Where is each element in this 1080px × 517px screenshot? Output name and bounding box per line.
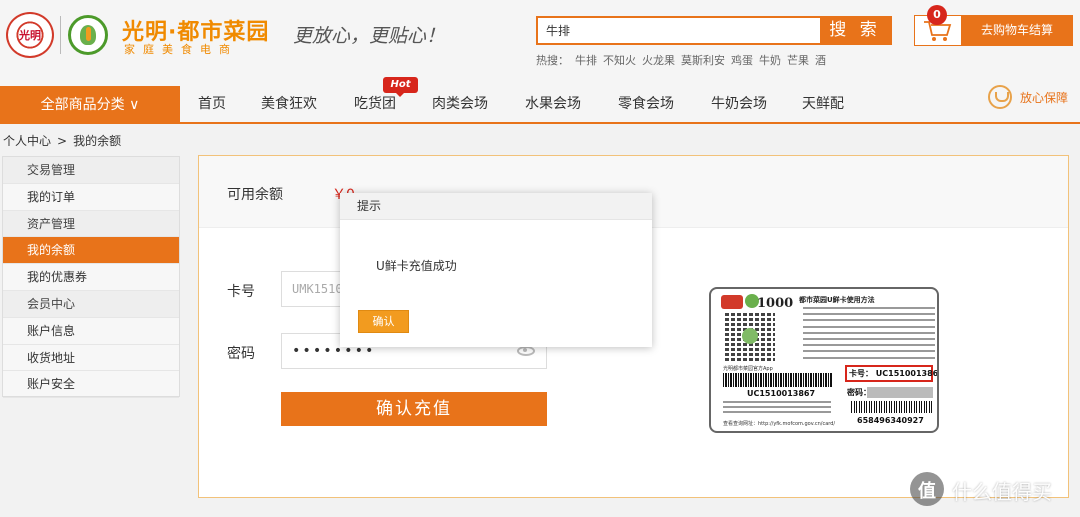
qr-caption: 光明都市菜园官方App xyxy=(723,366,773,372)
card-number-highlight: 卡号： UC1510013867 xyxy=(845,365,937,382)
breadcrumb-separator: > xyxy=(57,134,68,148)
card-barcode xyxy=(723,373,833,387)
card-serial: 658496340927 xyxy=(857,416,924,425)
search-button[interactable]: 搜 索 xyxy=(820,18,890,43)
card-issuer-text xyxy=(723,401,831,416)
nav-item-home[interactable]: 首页 xyxy=(198,86,226,122)
confirm-recharge-button[interactable]: 确认充值 xyxy=(281,392,547,426)
balance-label: 可用余额 xyxy=(227,187,283,203)
hot-word[interactable]: 火龙果 xyxy=(642,54,675,67)
card-rules-text xyxy=(803,307,935,363)
card-serial-barcode xyxy=(851,401,933,413)
sidebar-item-coupons[interactable]: 我的优惠券 xyxy=(3,264,179,291)
hot-word[interactable]: 莫斯利安 xyxy=(681,54,725,67)
breadcrumb-current: 我的余额 xyxy=(73,134,122,148)
hot-word[interactable]: 鸡蛋 xyxy=(731,54,753,67)
hot-word[interactable]: 芒果 xyxy=(787,54,809,67)
garden-logo-icon xyxy=(68,15,108,55)
card-scratch-strip xyxy=(867,387,933,398)
sidebar-item-address[interactable]: 收货地址 xyxy=(3,345,179,372)
card-code: UC1510013867 xyxy=(747,389,816,398)
dialog-message: U鲜卡充值成功 xyxy=(376,259,457,273)
hot-word[interactable]: 不知火 xyxy=(603,54,636,67)
main-nav: 全部商品分类 ∨ 首页 美食狂欢 吃货团 Hot 肉类会场 水果会场 零食会场 … xyxy=(0,77,1080,124)
sidebar-group-assets: 资产管理 xyxy=(3,210,179,238)
slogan: 更放心，更贴心！ xyxy=(293,25,446,47)
sidebar-group-trade: 交易管理 xyxy=(3,157,179,184)
logo-divider xyxy=(60,16,61,54)
breadcrumb-root[interactable]: 个人中心 xyxy=(3,134,51,148)
sidebar-item-balance[interactable]: 我的余额 xyxy=(3,237,179,265)
sidebar-item-account-info[interactable]: 账户信息 xyxy=(3,318,179,345)
card-title: 都市菜园U鲜卡使用方法 xyxy=(799,296,875,304)
site-header: 光明 光明·都市菜园 家庭美食电商 更放心，更贴心！ 搜 索 热搜： 牛排不知火火… xyxy=(0,0,1080,86)
seal-text: 光明 xyxy=(19,29,41,42)
account-sidebar: 交易管理 我的订单 资产管理 我的余额 我的优惠券 会员中心 账户信息 收货地址… xyxy=(2,156,180,399)
cart-count-badge: 0 xyxy=(927,5,947,25)
alert-dialog: 提示 U鲜卡充值成功 确认 xyxy=(340,193,652,347)
cart-widget[interactable]: 0 去购物车结算 xyxy=(914,5,1073,46)
card-number-label: 卡号 xyxy=(227,284,255,300)
nav-item-snacks[interactable]: 零食会场 xyxy=(618,86,674,122)
shield-icon xyxy=(988,85,1012,109)
card-brand-logo xyxy=(721,295,743,309)
nav-item-milk[interactable]: 牛奶会场 xyxy=(711,86,767,122)
site-logo[interactable]: 光明 光明·都市菜园 家庭美食电商 xyxy=(4,12,274,58)
qr-code xyxy=(725,311,775,361)
card-amount: 1000 xyxy=(757,296,794,311)
brand-subtitle: 家庭美食电商 xyxy=(124,43,238,56)
hot-word[interactable]: 牛奶 xyxy=(759,54,781,67)
hot-badge: Hot xyxy=(383,77,418,97)
dialog-title: 提示 xyxy=(340,193,652,220)
card-website: 查看查询网址：http://yfk.mofcom.gov.cn/card/ xyxy=(723,421,836,427)
gift-card-image: 1000 都市菜园U鲜卡使用方法 光明都市菜园官方App UC151001386… xyxy=(709,287,939,433)
search-box: 搜 索 xyxy=(536,16,892,45)
dialog-confirm-button[interactable]: 确认 xyxy=(358,310,409,333)
breadcrumb: 个人中心 > 我的余额 xyxy=(3,132,127,149)
all-categories-menu[interactable]: 全部商品分类 ∨ xyxy=(0,86,180,124)
nav-item-fresh-delivery[interactable]: 天鲜配 xyxy=(802,86,844,122)
hot-word[interactable]: 酒 xyxy=(815,54,826,67)
hot-word[interactable]: 牛排 xyxy=(575,54,597,67)
sidebar-item-security[interactable]: 账户安全 xyxy=(3,371,179,399)
sidebar-item-orders[interactable]: 我的订单 xyxy=(3,184,179,211)
watermark-text: 什么值得买 xyxy=(952,480,1052,504)
eye-icon[interactable] xyxy=(517,346,535,356)
password-label: 密码 xyxy=(227,346,255,362)
search-input[interactable] xyxy=(538,18,822,43)
nav-item-meat[interactable]: 肉类会场 xyxy=(432,86,488,122)
assurance-label: 放心保障 xyxy=(1020,91,1069,105)
hot-search-words: 热搜： 牛排 不知火 火龙果 莫斯利安 鸡蛋 牛奶 芒果酒 xyxy=(536,52,832,68)
sidebar-group-member: 会员中心 xyxy=(3,290,179,318)
checkout-button[interactable]: 去购物车结算 xyxy=(961,15,1073,46)
nav-item-fruit[interactable]: 水果会场 xyxy=(525,86,581,122)
smzdm-watermark: 什么值得买 xyxy=(906,470,1076,510)
nav-item-food-carnival[interactable]: 美食狂欢 xyxy=(261,86,317,122)
bright-seal-logo: 光明 xyxy=(6,12,54,58)
watermark-logo-icon xyxy=(910,472,944,506)
hot-search-label: 热搜： xyxy=(536,54,569,67)
